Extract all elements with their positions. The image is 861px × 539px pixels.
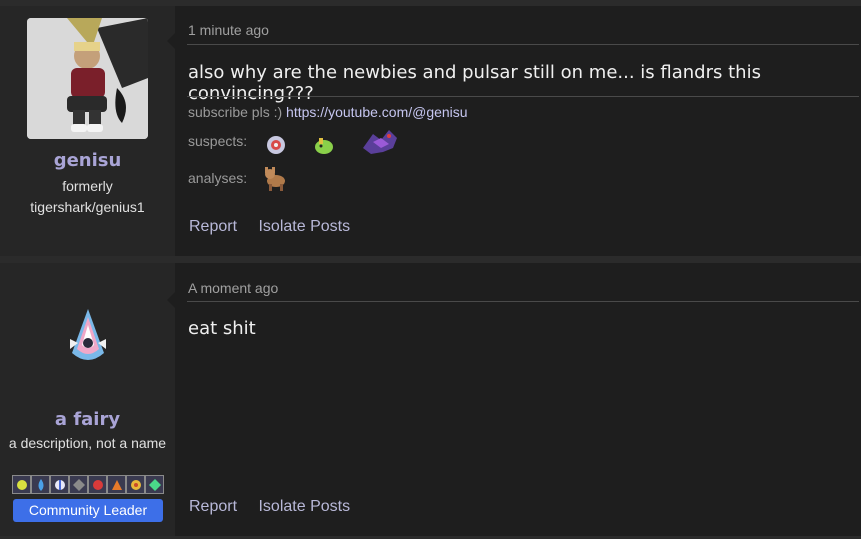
badge-icon[interactable] [88,475,107,494]
author-name[interactable]: a fairy [0,409,175,430]
post-arrow [167,292,175,308]
isolate-posts-button[interactable]: Isolate Posts [258,218,350,235]
signature-text: subscribe pls :) [188,104,287,120]
post-timestamp[interactable]: 1 minute ago [188,22,269,38]
post-actions: Report Isolate Posts [189,498,367,516]
post-message: eat shit [188,318,256,339]
signature: subscribe pls :) https://youtube.com/@ge… [188,104,468,120]
author-panel: genisu formerly tigershark/genius1 [0,6,175,256]
post-message: also why are the newbies and pulsar stil… [188,62,761,104]
author-panel: a fairy a description, not a name Commun… [0,263,175,536]
avatar[interactable] [27,18,148,139]
report-button[interactable]: Report [189,218,237,235]
badge-icon[interactable] [145,475,164,494]
avatar-image [70,309,106,360]
signature-link[interactable]: https://youtube.com/@genisu [286,104,468,120]
divider [187,301,859,302]
badge-icon[interactable] [50,475,69,494]
pokemon-sprite-icon[interactable] [309,132,339,158]
badge-icon[interactable] [69,475,88,494]
isolate-posts-button[interactable]: Isolate Posts [258,498,350,515]
author-title: formerly tigershark/genius1 [30,178,145,215]
post-actions: Report Isolate Posts [189,218,367,236]
author-title: a description, not a name [8,435,167,451]
post-body: A moment ago eat shit Report Isolate Pos… [175,263,861,536]
post: genisu formerly tigershark/genius1 1 min… [0,6,861,256]
divider [187,44,859,45]
divider [187,96,859,97]
badge-icon[interactable] [107,475,126,494]
role-badge: Community Leader [13,499,163,522]
badge-icon[interactable] [31,475,50,494]
avatar-image [27,18,148,139]
badge-list [12,475,164,495]
analyses-label: analyses: [188,170,248,186]
suspects-label: suspects: [188,133,248,149]
post-timestamp[interactable]: A moment ago [188,280,278,296]
pokemon-sprite-icon[interactable] [359,126,401,158]
badge-icon[interactable] [126,475,145,494]
author-name[interactable]: genisu [0,150,175,171]
avatar[interactable] [54,303,122,371]
badge-icon[interactable] [12,475,31,494]
pokemon-sprite-icon[interactable] [261,132,291,158]
report-button[interactable]: Report [189,498,237,515]
post-arrow [167,33,175,49]
pokemon-sprite-icon[interactable] [261,164,291,191]
post: a fairy a description, not a name Commun… [0,263,861,536]
post-body: 1 minute ago also why are the newbies an… [175,6,861,256]
